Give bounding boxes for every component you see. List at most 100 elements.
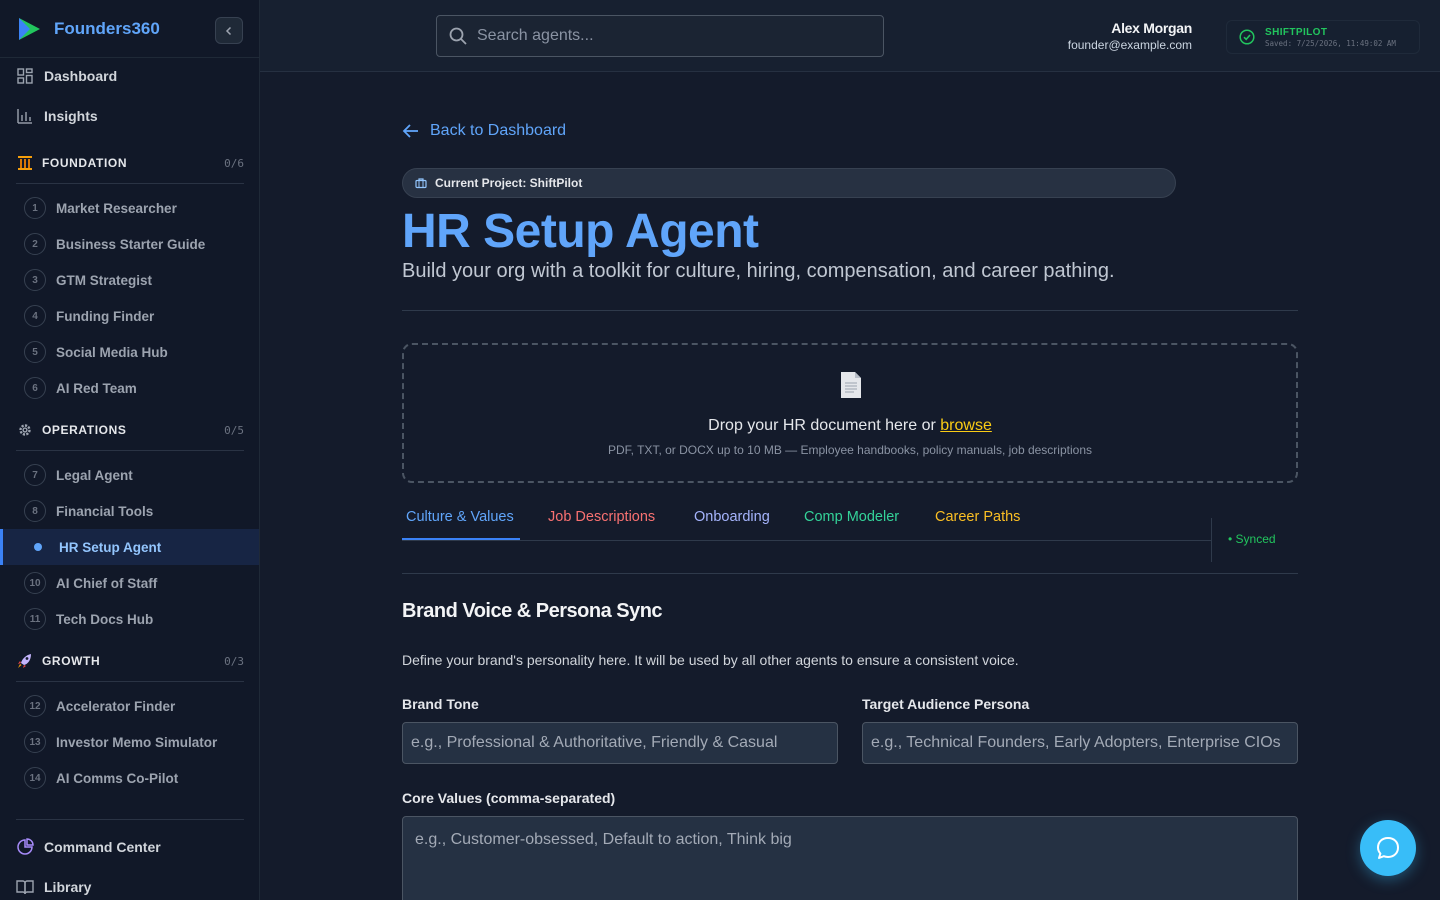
document-icon — [841, 372, 861, 398]
step-number: 11 — [24, 608, 46, 630]
step-number: 8 — [24, 500, 46, 522]
briefcase-icon — [415, 178, 427, 189]
brand-tone-label: Brand Tone — [402, 696, 479, 712]
sidebar-divider — [0, 57, 259, 58]
grid-icon — [17, 68, 33, 84]
dropzone-hint: PDF, TXT, or DOCX up to 10 MB — Employee… — [607, 443, 1092, 457]
sidebar-item-ai-red-team[interactable]: 6 AI Red Team — [0, 370, 259, 406]
sidebar-item-gtm-strategist[interactable]: 3 GTM Strategist — [0, 262, 259, 298]
section-title: Brand Voice & Persona Sync — [402, 600, 663, 622]
step-number: 3 — [24, 269, 46, 291]
sidebar-item-ai-chief-of-staff[interactable]: 10 AI Chief of Staff — [0, 565, 259, 601]
nav-insights[interactable]: Insights — [16, 107, 98, 125]
file-dropzone[interactable]: Drop your HR document here or browse PDF… — [402, 343, 1298, 483]
core-values-textarea[interactable] — [402, 816, 1298, 900]
brand[interactable]: Founders360 — [16, 16, 160, 42]
search-input[interactable] — [477, 27, 857, 45]
section-growth-header[interactable]: GROWTH 0/3 — [16, 653, 244, 669]
step-number: 1 — [24, 197, 46, 219]
main-content: Back to Dashboard Current Project: Shift… — [260, 72, 1440, 900]
chat-bubble-icon — [1377, 837, 1399, 859]
step-number: 12 — [24, 695, 46, 717]
sidebar-item-business-starter-guide[interactable]: 2 Business Starter Guide — [0, 226, 259, 262]
brand-tone-input[interactable] — [402, 722, 838, 764]
nav-dashboard[interactable]: Dashboard — [16, 67, 117, 85]
nav-insights-label: Insights — [44, 108, 98, 124]
tab-culture-values[interactable]: Culture & Values — [402, 504, 520, 540]
sync-status: • Synced — [1228, 532, 1276, 546]
nav-command-center-label: Command Center — [44, 839, 161, 855]
nav-command-center[interactable]: Command Center — [16, 838, 161, 856]
save-status-project: SHIFTPILOT — [1265, 26, 1328, 38]
nav-library[interactable]: Library — [16, 878, 91, 896]
user-profile[interactable]: Alex Morgan founder@example.com — [1067, 20, 1193, 52]
section-divider — [16, 183, 244, 184]
top-bar: Alex Morgan founder@example.com SHIFTPIL… — [260, 0, 1440, 72]
rocket-icon — [18, 654, 31, 668]
step-number: 14 — [24, 767, 46, 789]
dropzone-prompt: Drop your HR document here or browse — [404, 417, 1296, 435]
sidebar-item-label: Accelerator Finder — [56, 698, 176, 714]
gear-icon — [19, 424, 31, 436]
pillar-icon — [18, 156, 32, 170]
section-operations-count: 0/5 — [224, 423, 244, 437]
section-description: Define your brand's personality here. It… — [402, 652, 1019, 668]
step-number: 13 — [24, 731, 46, 753]
sidebar-item-label: Legal Agent — [56, 467, 133, 483]
sidebar-item-label: Business Starter Guide — [56, 236, 206, 252]
page-title: HR Setup Agent — [402, 205, 759, 258]
step-number: 5 — [24, 341, 46, 363]
save-status-chip: SHIFTPILOT Saved: 7/25/2026, 11:49:02 AM — [1226, 20, 1420, 54]
tab-career-paths[interactable]: Career Paths — [935, 504, 1020, 540]
sidebar-item-hr-setup-agent[interactable]: HR Setup Agent — [0, 529, 259, 565]
sidebar-item-tech-docs-hub[interactable]: 11 Tech Docs Hub — [0, 601, 259, 637]
sidebar-item-label: Tech Docs Hub — [56, 611, 154, 627]
tabs-vertical-divider — [1211, 518, 1212, 562]
sidebar-item-social-media-hub[interactable]: 5 Social Media Hub — [0, 334, 259, 370]
chevron-left-icon — [225, 26, 232, 35]
target-audience-input[interactable] — [862, 722, 1298, 764]
sidebar-item-funding-finder[interactable]: 4 Funding Finder — [0, 298, 259, 334]
step-number: 7 — [24, 464, 46, 486]
bar-chart-icon — [17, 109, 32, 124]
logo-icon — [19, 18, 40, 40]
back-to-dashboard-link[interactable]: Back to Dashboard — [402, 122, 566, 140]
sidebar-item-label: HR Setup Agent — [59, 539, 162, 555]
tab-onboarding[interactable]: Onboarding — [694, 504, 770, 540]
section-divider — [16, 450, 244, 451]
user-email: founder@example.com — [1067, 38, 1192, 52]
sidebar-item-ai-comms-co-pilot[interactable]: 14 AI Comms Co-Pilot — [0, 760, 259, 796]
section-operations-header[interactable]: OPERATIONS 0/5 — [16, 422, 244, 438]
sidebar-item-investor-memo-simulator[interactable]: 13 Investor Memo Simulator — [0, 724, 259, 760]
step-number: 10 — [24, 572, 46, 594]
sidebar-item-market-researcher[interactable]: 1 Market Researcher — [0, 190, 259, 226]
collapse-sidebar-button[interactable] — [215, 17, 243, 44]
section-growth-count: 0/3 — [224, 654, 244, 668]
arrow-left-icon — [402, 124, 418, 138]
search-box[interactable] — [436, 15, 884, 57]
section-foundation-header[interactable]: FOUNDATION 0/6 — [16, 155, 244, 171]
current-project-chip: Current Project: ShiftPilot — [402, 168, 1176, 198]
sidebar-item-label: Financial Tools — [56, 503, 154, 519]
sidebar-item-financial-tools[interactable]: 8 Financial Tools — [0, 493, 259, 529]
back-link-label: Back to Dashboard — [430, 122, 567, 139]
browse-link[interactable]: browse — [940, 417, 992, 434]
section-operations-title: OPERATIONS — [42, 423, 127, 437]
section-growth-title: GROWTH — [42, 654, 101, 668]
sidebar-item-legal-agent[interactable]: 7 Legal Agent — [0, 457, 259, 493]
tab-comp-modeler[interactable]: Comp Modeler — [804, 504, 899, 540]
chat-button[interactable] — [1360, 820, 1416, 876]
core-values-label: Core Values (comma-separated) — [402, 790, 616, 806]
user-name: Alex Morgan — [1111, 20, 1192, 36]
tab-job-descriptions[interactable]: Job Descriptions — [548, 504, 655, 540]
step-number: 2 — [24, 233, 46, 255]
sidebar-item-label: AI Red Team — [56, 380, 137, 396]
sidebar-item-label: Investor Memo Simulator — [56, 734, 218, 750]
sidebar-item-accelerator-finder[interactable]: 12 Accelerator Finder — [0, 688, 259, 724]
brand-name: Founders360 — [54, 19, 160, 38]
sidebar-item-label: AI Comms Co-Pilot — [56, 770, 179, 786]
active-indicator-dot — [27, 536, 49, 558]
step-number: 6 — [24, 377, 46, 399]
check-circle-icon — [1239, 29, 1255, 45]
nav-dashboard-label: Dashboard — [44, 68, 118, 84]
